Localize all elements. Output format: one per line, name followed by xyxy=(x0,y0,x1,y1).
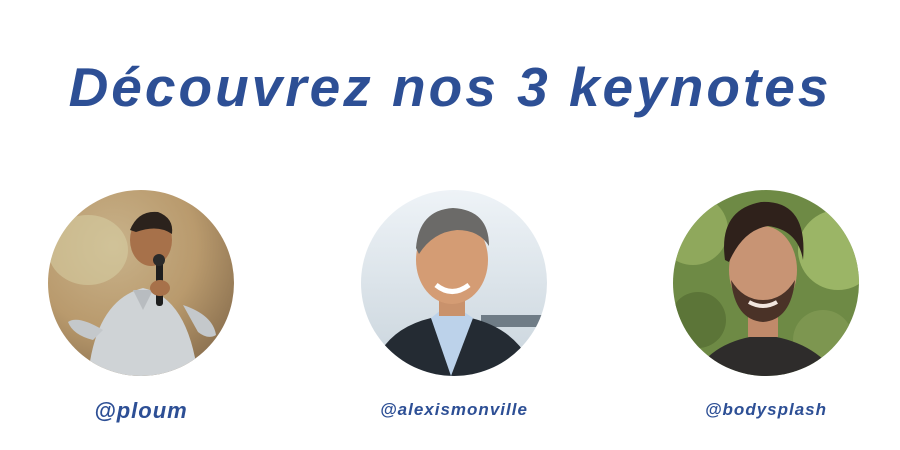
speaker-handle[interactable]: @alexismonville xyxy=(331,400,577,420)
speaker-handle[interactable]: @bodysplash xyxy=(658,400,874,420)
speaker-handle[interactable]: @ploum xyxy=(48,398,234,424)
page-title: Découvrez nos 3 keynotes xyxy=(68,56,832,118)
avatar[interactable] xyxy=(673,190,859,376)
avatar[interactable] xyxy=(361,190,547,376)
avatar[interactable] xyxy=(48,190,234,376)
